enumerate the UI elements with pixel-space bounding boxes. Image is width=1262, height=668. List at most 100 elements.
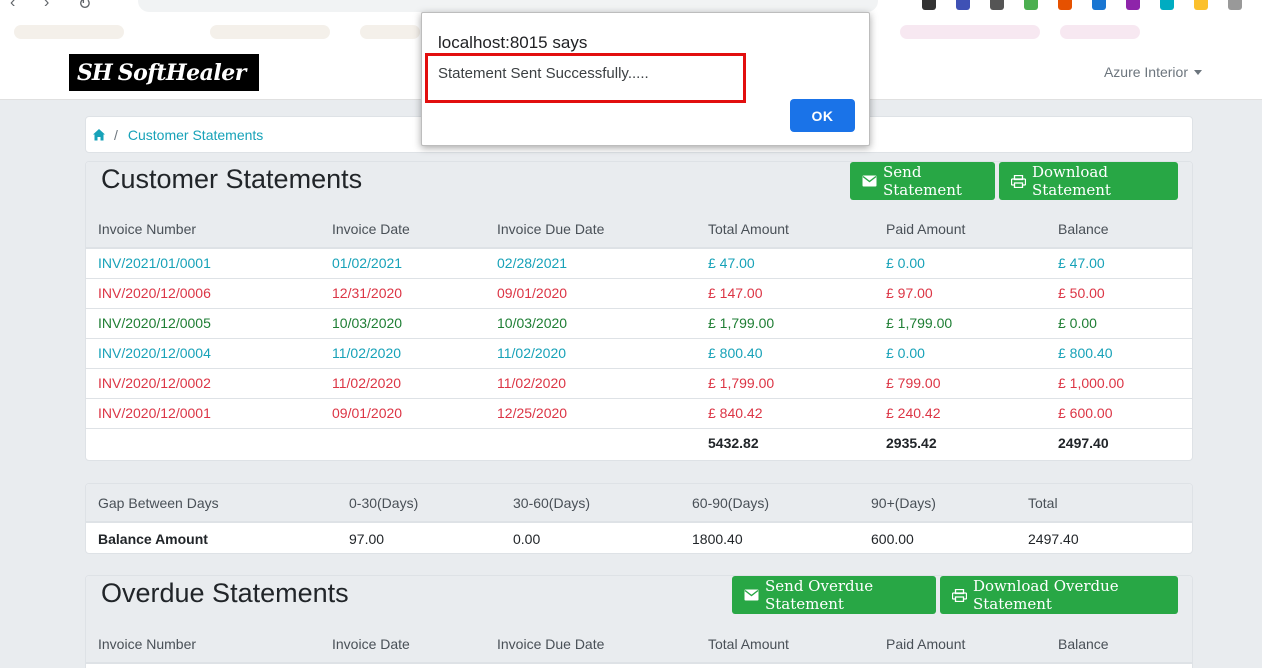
- table-row[interactable]: INV/2020/12/0005 10/03/2020 10/03/2020 £…: [86, 307, 1192, 338]
- due-date-cell: 11/02/2020: [485, 337, 696, 368]
- column-header: Invoice Date: [320, 210, 485, 249]
- breadcrumb-current[interactable]: Customer Statements: [128, 127, 263, 143]
- extension-icon[interactable]: [1092, 0, 1106, 10]
- paid-amount-cell: £ 240.42: [874, 397, 1046, 428]
- aging-row-label: Balance Amount: [86, 521, 337, 553]
- send-overdue-label: Send Overdue Statement: [765, 577, 874, 613]
- balance-sum: 2497.40: [1046, 427, 1192, 458]
- bookmark-item[interactable]: [360, 25, 420, 39]
- invoice-date-cell: 11/02/2020: [320, 337, 485, 368]
- aging-30-60-value: 0.00: [501, 521, 680, 553]
- invoice-date-cell: 11/02/2020: [320, 367, 485, 398]
- invoice-number-cell[interactable]: INV/2020/12/0002: [86, 367, 320, 398]
- total-amount-cell: £ 1,799.00: [696, 307, 874, 338]
- table-row[interactable]: INV/2020/12/0001 09/01/2020 12/25/2020 £…: [86, 397, 1192, 428]
- column-header: Total Amount: [696, 210, 874, 249]
- column-header: Invoice Due Date: [485, 210, 696, 249]
- extension-icons: [922, 0, 1242, 10]
- total-amount-cell: £ 47.00: [696, 247, 874, 278]
- balance-cell: £ 50.00: [1046, 277, 1192, 308]
- total-amount-cell: £ 147.00: [696, 277, 874, 308]
- send-overdue-statement-button[interactable]: Send Overdue Statement: [732, 576, 936, 614]
- extension-icon[interactable]: [956, 0, 970, 10]
- invoice-date-cell: 01/02/2021: [320, 247, 485, 278]
- aging-table: Gap Between Days 0-30(Days) 30-60(Days) …: [86, 484, 1192, 553]
- bookmark-item[interactable]: [900, 25, 1040, 39]
- caret-down-icon: [1194, 69, 1202, 75]
- total-amount-cell: £ 1,799.00: [696, 367, 874, 398]
- paid-amount-cell: £ 1,799.00: [874, 307, 1046, 338]
- aging-90-plus-value: 600.00: [859, 521, 1016, 553]
- extension-icon[interactable]: [990, 0, 1004, 10]
- aging-summary-card: Gap Between Days 0-30(Days) 30-60(Days) …: [85, 483, 1193, 554]
- balance-cell: £ 47.00: [1046, 247, 1192, 278]
- home-icon[interactable]: [92, 128, 106, 142]
- user-name: Azure Interior: [1103, 64, 1188, 80]
- download-statement-label: Download Statement: [1032, 163, 1111, 199]
- table-row[interactable]: INV/2020/12/0004 11/02/2020 11/02/2020 £…: [86, 337, 1192, 368]
- table-row[interactable]: INV/2020/12/0002 11/02/2020 11/02/2020 £…: [86, 367, 1192, 398]
- send-statement-button[interactable]: Send Statement: [850, 162, 995, 200]
- invoice-number-cell[interactable]: INV/2020/12/0004: [86, 337, 320, 368]
- customer-statements-card: Customer Statements Send Statement Downl…: [85, 161, 1193, 461]
- aging-60-90-value: 1800.40: [680, 521, 859, 553]
- extension-icon[interactable]: [1228, 0, 1242, 10]
- bookmark-item[interactable]: [210, 25, 330, 39]
- column-header: 30-60(Days): [501, 484, 680, 523]
- forward-icon[interactable]: ›: [44, 0, 49, 12]
- extension-icon[interactable]: [922, 0, 936, 10]
- invoice-date-cell: 12/31/2020: [320, 277, 485, 308]
- overdue-statements-card: Overdue Statements Send Overdue Statemen…: [85, 575, 1193, 668]
- invoice-number-cell[interactable]: INV/2021/01/0001: [86, 247, 320, 278]
- column-header: 90+(Days): [859, 484, 1016, 523]
- extension-icon[interactable]: [1160, 0, 1174, 10]
- statements-table: Invoice Number Invoice Date Invoice Due …: [86, 210, 1192, 458]
- bookmark-item[interactable]: [1060, 25, 1140, 39]
- table-row[interactable]: INV/2020/12/0006 12/31/2020 09/01/2020 £…: [86, 277, 1192, 308]
- invoice-number-cell[interactable]: INV/2020/12/0006: [86, 277, 320, 308]
- reload-icon[interactable]: ↻: [78, 0, 91, 14]
- invoice-date-cell: 09/01/2020: [320, 397, 485, 428]
- invoice-number-cell[interactable]: INV/2020/12/0005: [86, 307, 320, 338]
- extension-icon[interactable]: [1024, 0, 1038, 10]
- envelope-icon: [862, 175, 877, 187]
- card-header: Customer Statements Send Statement Downl…: [86, 162, 1192, 210]
- alert-dialog: localhost:8015 says Statement Sent Succe…: [421, 12, 870, 146]
- extension-icon[interactable]: [1126, 0, 1140, 10]
- aging-0-30-value: 97.00: [337, 521, 501, 553]
- aging-total-value: 2497.40: [1016, 521, 1192, 553]
- empty-cell: [320, 427, 485, 458]
- column-header: Balance: [1046, 210, 1192, 249]
- aging-header-row: Gap Between Days 0-30(Days) 30-60(Days) …: [86, 484, 1192, 523]
- paid-amount-sum: 2935.42: [874, 427, 1046, 458]
- back-icon[interactable]: ‹: [10, 0, 15, 12]
- download-overdue-label: Download Overdue Statement: [973, 577, 1119, 613]
- empty-cell: [86, 427, 320, 458]
- dialog-message: Statement Sent Successfully.....: [438, 65, 649, 82]
- extension-icon[interactable]: [1194, 0, 1208, 10]
- paid-amount-cell: £ 0.00: [874, 337, 1046, 368]
- table-row[interactable]: INV/2021/01/0001 01/02/2021 02/28/2021 £…: [86, 247, 1192, 278]
- user-menu[interactable]: Azure Interior: [1104, 64, 1202, 80]
- ok-button[interactable]: OK: [790, 99, 855, 132]
- invoice-number-cell[interactable]: INV/2020/12/0001: [86, 397, 320, 428]
- totals-row: 5432.82 2935.42 2497.40: [86, 427, 1192, 458]
- invoice-date-cell: 10/03/2020: [320, 307, 485, 338]
- due-date-cell: 10/03/2020: [485, 307, 696, 338]
- due-date-cell: 11/02/2020: [485, 367, 696, 398]
- brand-logo[interactable]: SH SoftHealer: [69, 54, 259, 91]
- logo-text: SoftHealer: [117, 59, 247, 86]
- paid-amount-cell: £ 0.00: [874, 247, 1046, 278]
- total-amount-cell: £ 840.42: [696, 397, 874, 428]
- bookmark-item[interactable]: [14, 25, 124, 39]
- empty-cell: [485, 427, 696, 458]
- extension-icon[interactable]: [1058, 0, 1072, 10]
- page-title: Customer Statements: [101, 164, 363, 194]
- download-statement-button[interactable]: Download Statement: [999, 162, 1178, 200]
- envelope-icon: [744, 589, 759, 601]
- due-date-cell: 12/25/2020: [485, 397, 696, 428]
- breadcrumb-separator: /: [114, 126, 118, 143]
- address-bar[interactable]: [138, 0, 878, 12]
- balance-cell: £ 600.00: [1046, 397, 1192, 428]
- download-overdue-statement-button[interactable]: Download Overdue Statement: [940, 576, 1178, 614]
